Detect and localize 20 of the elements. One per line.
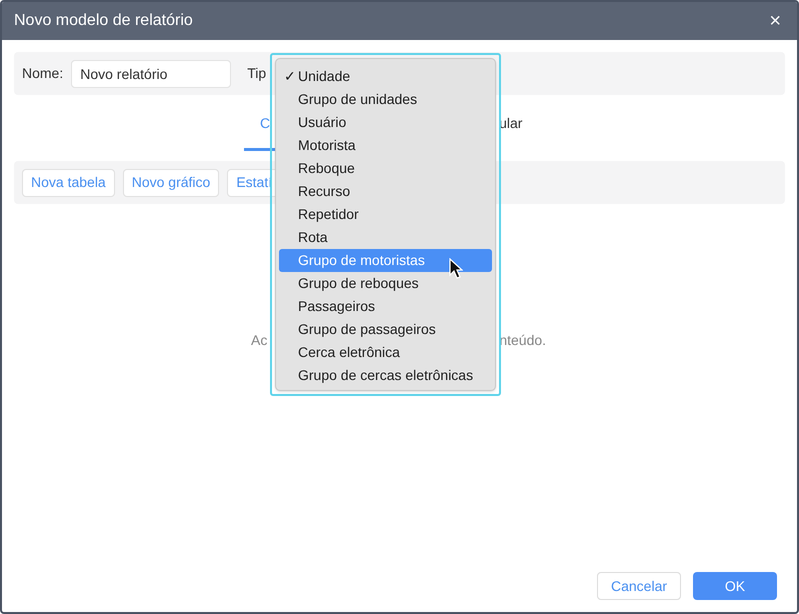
- dropdown-item[interactable]: ✓Unidade: [279, 65, 492, 88]
- dropdown-item[interactable]: Repetidor: [279, 203, 492, 226]
- name-field[interactable]: Novo relatório: [71, 60, 232, 88]
- empty-message: Ac: [251, 331, 268, 350]
- empty-message: nteúdo.: [499, 331, 546, 350]
- name-label: Nome:: [22, 64, 64, 83]
- dropdown-item[interactable]: Recurso: [279, 180, 492, 203]
- window-title: Novo modelo de relatório: [14, 11, 193, 31]
- close-button[interactable]: ×: [769, 11, 781, 31]
- check-mark: ✓: [283, 67, 297, 86]
- type-label: Tip: [247, 64, 266, 83]
- dropdown-item[interactable]: Cerca eletrônica: [279, 341, 492, 364]
- dropdown-item[interactable]: Rota: [279, 226, 492, 249]
- dropdown-item[interactable]: Grupo de passageiros: [279, 318, 492, 341]
- dropdown-item[interactable]: Grupo de unidades: [279, 88, 492, 111]
- dropdown-item[interactable]: Grupo de cercas eletrônicas: [279, 364, 492, 387]
- dropdown-item[interactable]: Reboque: [279, 157, 492, 180]
- dropdown-item[interactable]: Passageiros: [279, 295, 492, 318]
- dropdown-item[interactable]: Grupo de reboques: [279, 272, 492, 295]
- mouse-pointer-icon: [449, 258, 463, 280]
